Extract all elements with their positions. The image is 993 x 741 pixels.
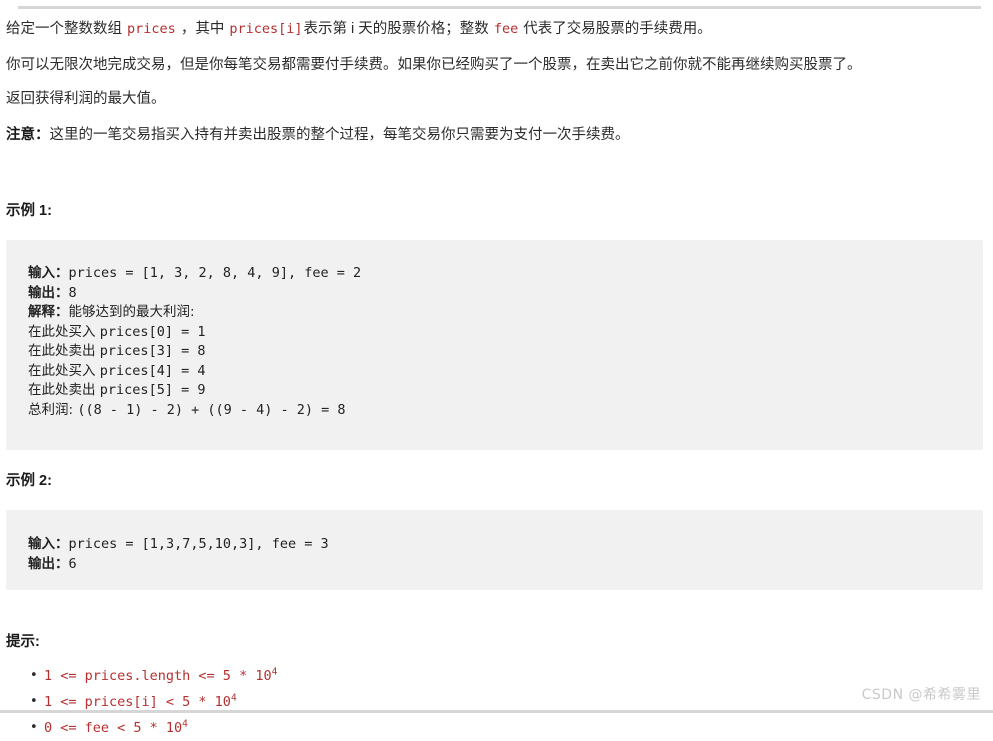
- csdn-watermark: CSDN @希希雾里: [861, 687, 981, 703]
- inline-code-fee: fee: [493, 21, 519, 37]
- constraint-text: 0 <= fee < 5 * 10: [44, 720, 183, 736]
- code-line-cn: 在此处买入: [28, 323, 100, 340]
- example-2-title: 示例 2:: [6, 473, 52, 489]
- note-label: 注意：: [6, 127, 50, 143]
- example-1-title: 示例 1:: [6, 203, 52, 219]
- code-line-value: prices[5] = 9: [99, 382, 206, 398]
- code-line-value: prices[0] = 1: [99, 323, 206, 340]
- text-run: 这里的一笔交易指买入持有并卖出股票的整个过程，每笔交易你只需要为支付一次手续费。: [49, 127, 630, 143]
- code-line-label: 解释：: [28, 304, 69, 320]
- constraint-exponent: 4: [230, 692, 237, 704]
- inline-code-prices-i: prices[i]: [229, 21, 303, 37]
- code-line-value: prices[3] = 8: [99, 343, 206, 359]
- paragraph-note: 注意：这里的一笔交易指买入持有并卖出股票的整个过程，每笔交易你只需要为支付一次手…: [0, 120, 993, 150]
- paragraph-definition: 给定一个整数数组 prices ，其中 prices[i]表示第 i 天的股票价…: [0, 14, 993, 44]
- text-run: 你可以无限次地完成交易，但是你每笔交易都需要付手续费。如果你已经购买了一个股票，…: [6, 57, 862, 73]
- code-line-cn: 总利润:: [28, 401, 78, 418]
- code-line-value: 8: [68, 284, 77, 301]
- list-item: 0 <= fee < 5 * 104: [30, 715, 993, 741]
- text-run: ，其中: [176, 21, 229, 37]
- list-item: 1 <= prices.length <= 5 * 104: [30, 663, 993, 689]
- text-run: 给定一个整数数组: [6, 21, 127, 37]
- constraint-exponent: 4: [271, 666, 278, 678]
- paragraph-rules: 你可以无限次地完成交易，但是你每笔交易都需要付手续费。如果你已经购买了一个股票，…: [0, 50, 993, 80]
- code-line-label: 输出：: [28, 284, 69, 301]
- code-line-value: ((8 - 1) - 2) + ((9 - 4) - 2) = 8: [77, 401, 346, 418]
- top-divider: [18, 6, 981, 9]
- code-line-label: 输出：: [28, 555, 69, 572]
- paragraph-return: 返回获得利润的最大值。: [0, 84, 993, 114]
- text-run: 代表了交易股票的手续费用。: [519, 21, 712, 37]
- code-line-value: prices[4] = 4: [99, 362, 206, 379]
- code-line-label: 输入：: [28, 265, 69, 281]
- constraint-text: 1 <= prices[i] < 5 * 10: [44, 694, 231, 710]
- inline-code-prices: prices: [127, 21, 176, 37]
- code-line-cn: 能够达到的最大利润:: [68, 304, 195, 320]
- constraint-exponent: 4: [182, 718, 188, 730]
- text-run: 表示第 i 天的股票价格；整数: [303, 21, 493, 37]
- article-content: 给定一个整数数组 prices ，其中 prices[i]表示第 i 天的股票价…: [0, 14, 993, 741]
- example-1-code-block: 输入：prices = [1, 3, 2, 8, 4, 9], fee = 2 …: [6, 240, 983, 450]
- code-line-cn: 在此处卖出: [28, 343, 100, 359]
- hints-title: 提示:: [6, 634, 40, 650]
- code-line-value: prices = [1, 3, 2, 8, 4, 9], fee = 2: [68, 265, 362, 281]
- code-line-value: prices = [1,3,7,5,10,3], fee = 3: [68, 536, 329, 552]
- code-line-label: 输入：: [28, 536, 69, 552]
- constraints-list: 1 <= prices.length <= 5 * 104 1 <= price…: [0, 663, 993, 741]
- text-run: 返回获得利润的最大值。: [6, 91, 166, 107]
- code-line-cn: 在此处买入: [28, 362, 100, 379]
- bottom-divider: [0, 710, 993, 713]
- code-line-value: 6: [68, 555, 77, 572]
- example-2-code-block: 输入：prices = [1,3,7,5,10,3], fee = 3 输出：6: [6, 510, 983, 590]
- constraint-text: 1 <= prices.length <= 5 * 10: [44, 668, 272, 684]
- problem-description-page: 给定一个整数数组 prices ，其中 prices[i]表示第 i 天的股票价…: [0, 0, 993, 741]
- code-line-cn: 在此处卖出: [28, 382, 100, 398]
